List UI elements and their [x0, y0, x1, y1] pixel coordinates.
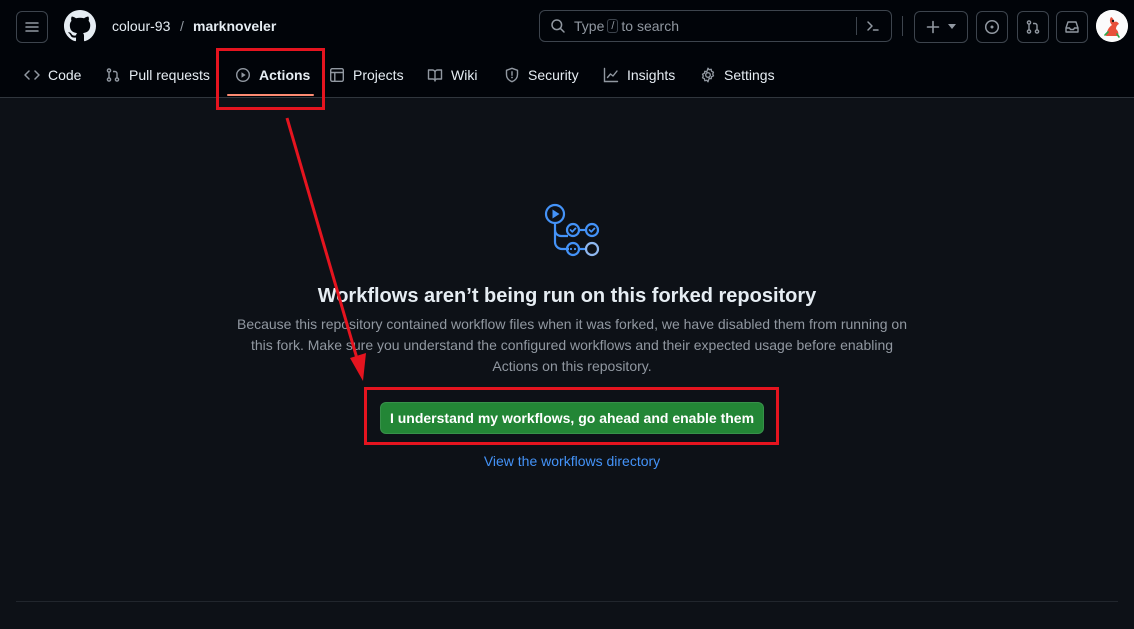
- pull-requests-icon: [1026, 20, 1040, 34]
- plus-icon: [926, 20, 940, 34]
- tab-wiki[interactable]: Wiki: [427, 64, 477, 86]
- avatar[interactable]: [1096, 10, 1128, 42]
- menu-button[interactable]: [16, 11, 48, 43]
- tab-projects-label: Projects: [353, 67, 404, 83]
- search-placeholder-prefix: Type: [574, 18, 605, 34]
- breadcrumb-owner[interactable]: colour-93: [112, 17, 170, 35]
- breadcrumb-separator: /: [180, 18, 184, 34]
- empty-state-title: Workflows aren’t being run on this forke…: [317, 285, 817, 307]
- table-icon: [330, 68, 345, 83]
- tab-insights-label: Insights: [627, 67, 676, 83]
- search-icon: [551, 19, 565, 33]
- graph-icon: [603, 67, 619, 83]
- tab-pull-requests[interactable]: Pull requests: [105, 64, 210, 86]
- tab-code-label: Code: [48, 67, 82, 83]
- tab-code[interactable]: Code: [24, 64, 81, 86]
- footer-divider: [16, 601, 1118, 602]
- search-placeholder-suffix: to search: [621, 18, 680, 34]
- header-divider: [902, 16, 903, 36]
- git-pull-request-icon: [106, 68, 120, 82]
- github-logo-icon[interactable]: [64, 10, 96, 42]
- tab-insights[interactable]: Insights: [603, 64, 675, 86]
- app-header: colour-93 / marknoveler Type / to search: [0, 0, 1134, 98]
- tab-settings-label: Settings: [724, 67, 775, 83]
- pull-requests-button[interactable]: [1017, 11, 1049, 43]
- tab-security[interactable]: Security: [504, 64, 579, 86]
- create-new-button[interactable]: [914, 11, 968, 43]
- book-icon: [427, 69, 443, 82]
- tab-wiki-label: Wiki: [451, 67, 478, 83]
- tab-pull-requests-label: Pull requests: [129, 67, 210, 83]
- search-shortcut-key: /: [607, 19, 619, 33]
- empty-state-description: Because this repository contained workfl…: [236, 316, 907, 374]
- workflow-icon: [544, 203, 600, 257]
- tab-security-label: Security: [528, 67, 579, 83]
- issues-icon: [984, 19, 1000, 35]
- tab-settings[interactable]: Settings: [700, 64, 775, 86]
- code-icon: [24, 70, 40, 80]
- shield-icon: [505, 67, 519, 83]
- inbox-icon: [1065, 21, 1079, 33]
- search-divider: [856, 17, 857, 35]
- breadcrumb-repo[interactable]: marknoveler: [193, 17, 276, 35]
- gear-icon: [701, 67, 715, 83]
- annotation-box-actions-tab: [216, 48, 325, 110]
- triangle-down-icon: [948, 24, 956, 29]
- search-input[interactable]: Type / to search: [539, 10, 892, 42]
- workflows-directory-link[interactable]: View the workflows directory: [0, 453, 1134, 469]
- tab-projects[interactable]: Projects: [329, 64, 404, 86]
- avatar-image: [1096, 10, 1128, 42]
- issues-button[interactable]: [976, 11, 1008, 43]
- menu-icon: [25, 22, 39, 32]
- inbox-button[interactable]: [1056, 11, 1088, 43]
- command-palette-icon[interactable]: [865, 18, 881, 34]
- annotation-box-enable-button: [364, 387, 779, 445]
